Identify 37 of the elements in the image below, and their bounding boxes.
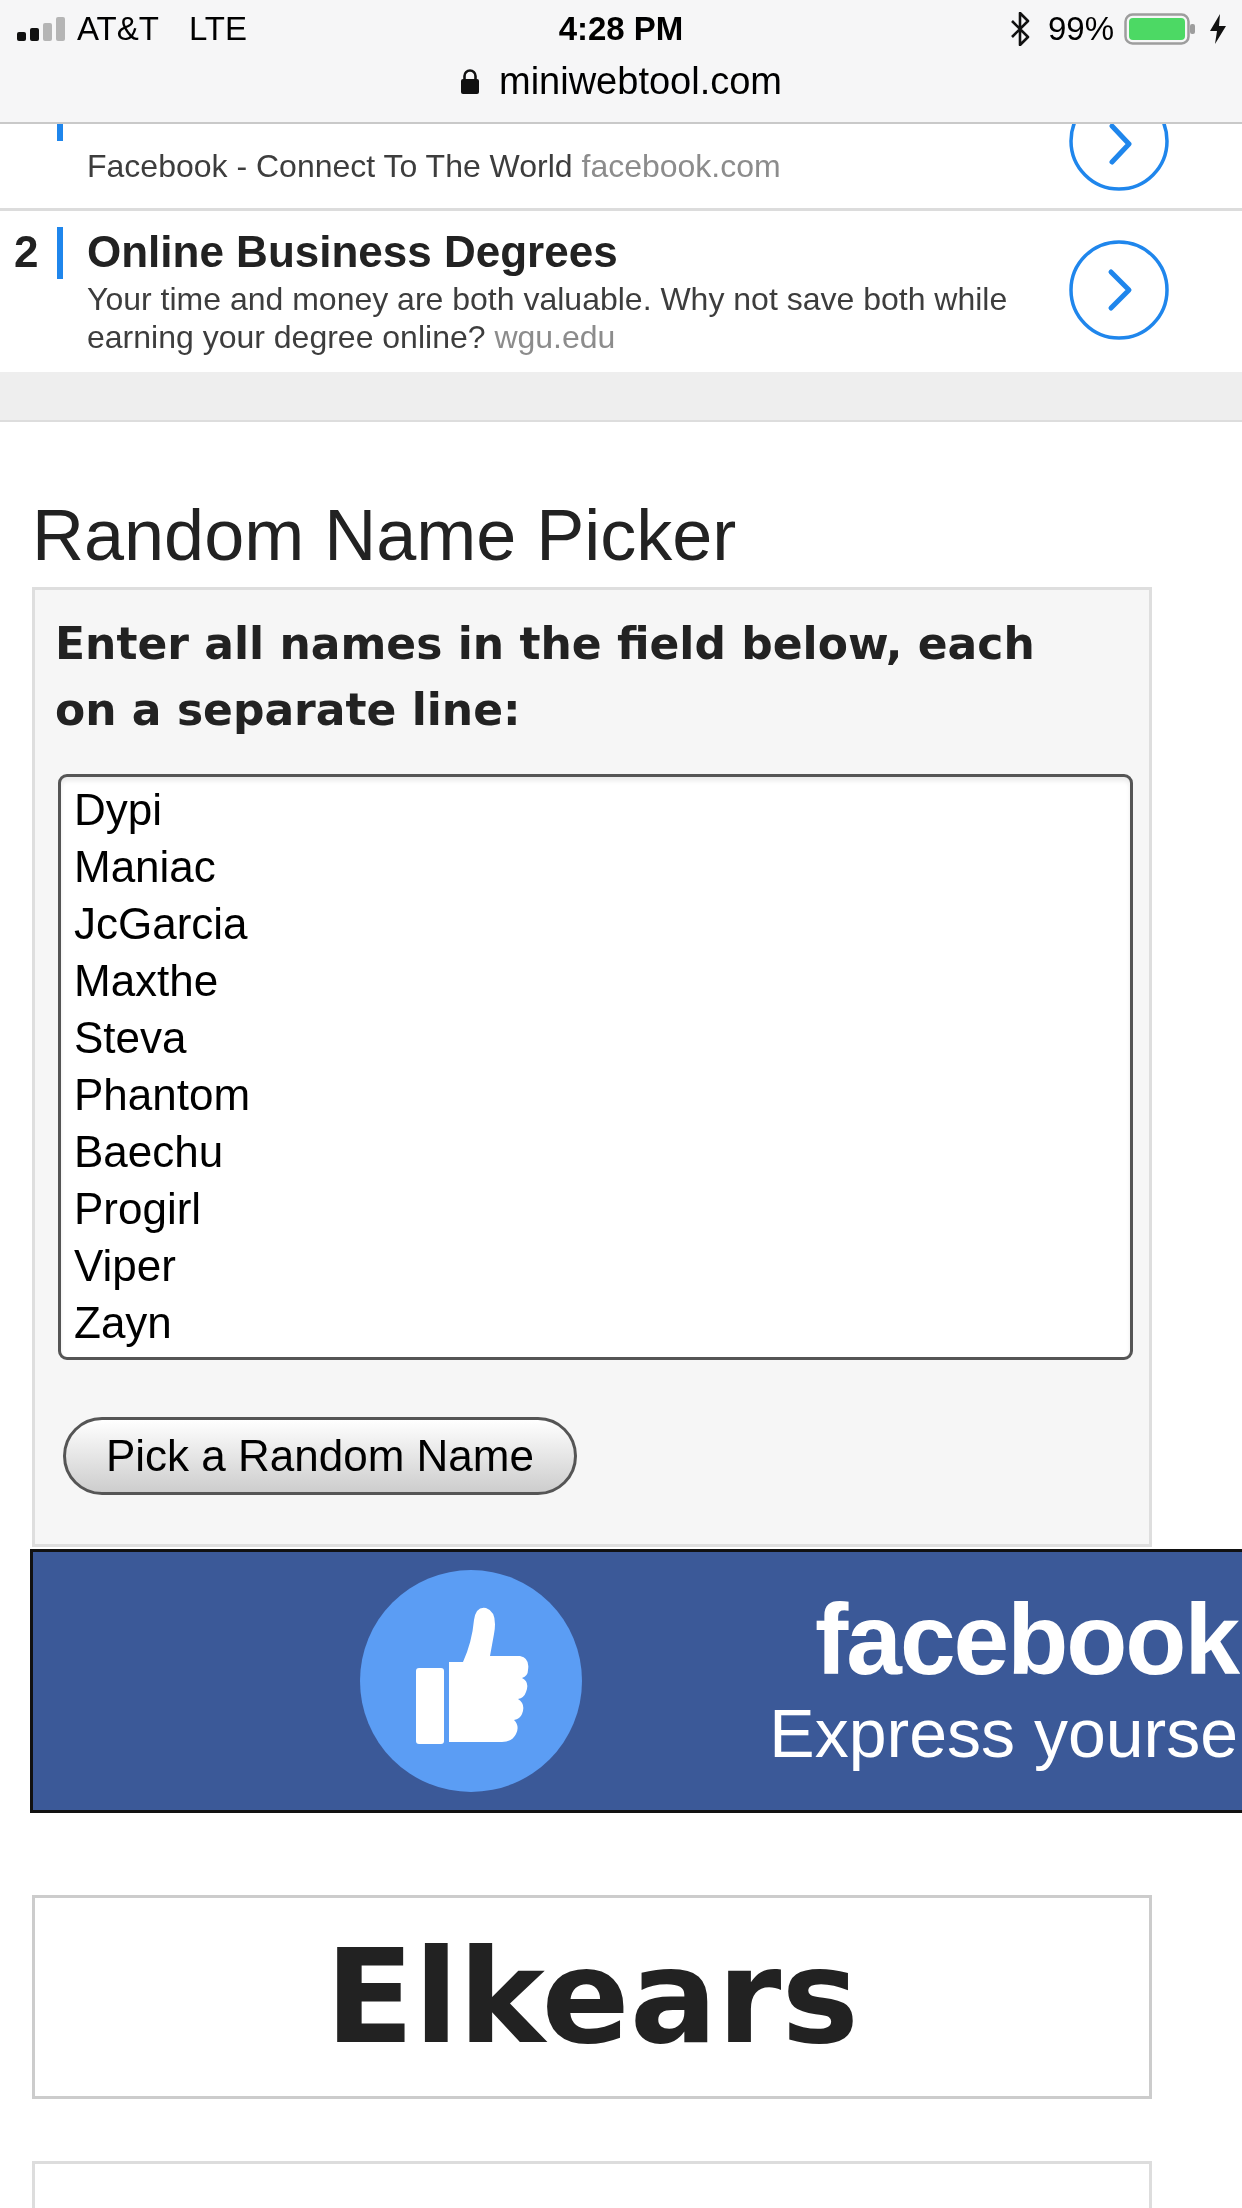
signal-strength-icon [17,17,65,41]
picked-name: Elkears [325,1932,859,2062]
banner-brand: facebook [815,1587,1238,1691]
page-title: Random Name Picker [32,495,737,575]
name-entry: Dypi [74,784,163,836]
ad-number: 2 [14,227,40,277]
battery-percent: 99% [1047,9,1114,50]
chevron-right-icon[interactable] [1069,240,1169,340]
ad-banner[interactable]: facebook Express yourse [30,1549,1242,1813]
name-entry: Progirl [74,1183,202,1235]
ad-accent-bar [57,124,63,141]
lock-icon [460,68,480,94]
banner-tagline: Express yourse [769,1694,1238,1773]
ad-description: Facebook - Connect To The World facebook.com [87,147,781,185]
name-entry: Viper [74,1240,176,1292]
pick-name-button[interactable]: Pick a Random Name [63,1417,577,1495]
name-entry: Steva [74,1012,187,1064]
thumbs-up-icon [360,1570,582,1792]
name-entry: Phantom [74,1069,251,1121]
ad-accent-bar [57,227,63,279]
address-url[interactable]: miniwebtool.com [499,52,782,110]
name-entry: JcGarcia [74,898,248,950]
name-entry: Zayn [74,1297,172,1349]
network-text: LTE [188,9,247,50]
ad-row[interactable]: Facebook - Connect To The World facebook.com [0,124,1242,211]
name-entry: Baechu [74,1126,224,1178]
instruction-text: Enter all names in the field below, each on a separate line: [55,617,1036,737]
chevron-right-icon[interactable] [1069,124,1169,191]
charging-bolt-icon [1208,14,1228,44]
clock-time: 4:28 PM [558,9,684,50]
name-entry: Maniac [74,841,216,893]
carrier-text: AT&T [77,9,159,50]
battery-icon [1124,13,1196,45]
ad-description: Your time and money are both valuable. Why not save both while earning your degree online? wgu.edu [87,280,1009,356]
ad-title[interactable]: Online Business Degrees [87,227,618,277]
name-entry: Maxthe [74,955,219,1007]
names-field[interactable]: Dypi Maniac JcGarcia Maxthe Steva Phantom Baechu Progirl Viper Zayn [58,774,1133,1360]
